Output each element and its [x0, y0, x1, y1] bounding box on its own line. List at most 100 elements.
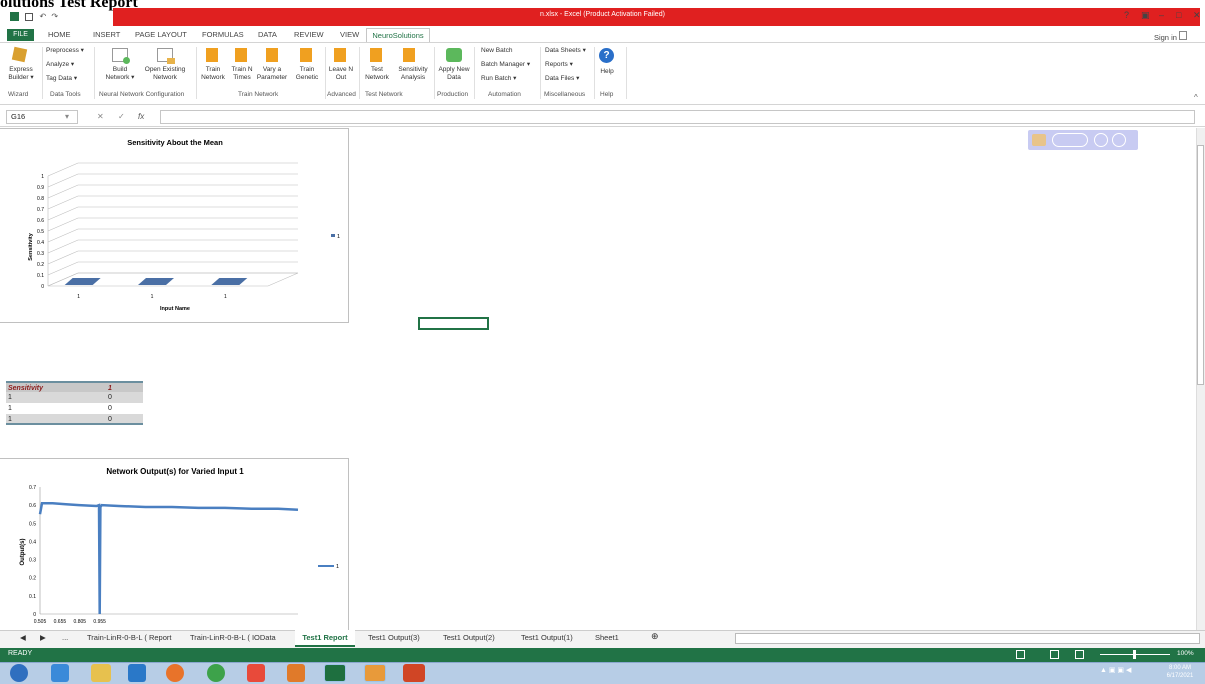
sensitivity-analysis-button[interactable]: Sensitivity Analysis: [394, 66, 432, 82]
x-axis-label: Input Name: [160, 306, 190, 312]
scroll-tabs-left-button[interactable]: ◀: [20, 633, 26, 642]
addin-tool-icon[interactable]: [1094, 133, 1108, 147]
table-header-row: Sensitivity 1: [6, 381, 143, 392]
table-cell[interactable]: 0: [106, 414, 143, 423]
matlab-icon[interactable]: [287, 664, 305, 682]
addin-search-icon[interactable]: [1052, 133, 1088, 147]
system-clock[interactable]: 8:00 AM 6/17/2021: [1160, 664, 1200, 680]
leave-n-out-button[interactable]: Leave N Out: [327, 66, 355, 82]
tab-review[interactable]: REVIEW: [294, 30, 324, 39]
page-layout-view-icon[interactable]: [1050, 650, 1059, 659]
scroll-tabs-right-button[interactable]: ▶: [40, 633, 46, 642]
document-title: olutions Test Report: [0, 0, 138, 11]
leave-n-out-icon: [334, 48, 346, 62]
help-button[interactable]: Help: [594, 68, 620, 76]
sheet-tab-train-report[interactable]: Train-LinR-0-B-L ( Report: [87, 633, 171, 642]
tab-formulas[interactable]: FORMULAS: [202, 30, 244, 39]
page-break-view-icon[interactable]: [1075, 650, 1084, 659]
sheet-tab-test1-report[interactable]: Test1 Report: [295, 630, 355, 647]
chart-gridlines: [47, 162, 299, 287]
powerpoint-icon[interactable]: [403, 664, 425, 682]
internet-explorer-icon[interactable]: [51, 664, 69, 682]
media-app-icon[interactable]: [128, 664, 146, 682]
reports-button[interactable]: Reports ▾: [545, 61, 573, 69]
help-icon: ?: [599, 48, 614, 63]
chrome-icon[interactable]: [207, 664, 225, 682]
vertical-scroll-thumb[interactable]: [1197, 145, 1204, 385]
y-tick-label: 0.2: [37, 262, 44, 268]
sensitivity-chart[interactable]: Sensitivity About the Mean 0 0.1 0.2 0.3 0.4…: [0, 128, 349, 323]
start-button-icon[interactable]: [10, 664, 28, 682]
excel-taskbar-icon[interactable]: [324, 664, 346, 682]
table-cell[interactable]: 1: [6, 403, 106, 414]
y-tick-label: 0: [33, 612, 36, 618]
enter-icon[interactable]: ✓: [118, 112, 125, 121]
tab-view[interactable]: VIEW: [340, 30, 359, 39]
table-cell[interactable]: 1: [6, 414, 106, 423]
more-tabs-button[interactable]: ...: [62, 633, 68, 642]
formula-input[interactable]: [160, 110, 1195, 124]
tab-neurosolutions[interactable]: NeuroSolutions: [366, 28, 430, 42]
test-network-button[interactable]: Test Network: [363, 66, 391, 82]
tab-data[interactable]: DATA: [258, 30, 277, 39]
y-axis-label: Output(s): [20, 539, 26, 566]
apply-new-data-button[interactable]: Apply New Data: [437, 66, 471, 82]
table-cell[interactable]: 0: [106, 392, 143, 403]
tray-icons[interactable]: ▲ ▣ ▣ ◀: [1100, 666, 1131, 674]
express-builder-button[interactable]: Express Builder ▾: [4, 66, 38, 82]
file-explorer-icon[interactable]: [91, 664, 111, 682]
normal-view-icon[interactable]: [1016, 650, 1025, 659]
table-header-cell[interactable]: 1: [106, 383, 143, 392]
new-sheet-button[interactable]: ⊕: [651, 631, 659, 642]
train-n-times-button[interactable]: Train N Times: [228, 66, 256, 82]
open-existing-network-button[interactable]: Open Existing Network: [140, 66, 190, 82]
tab-home[interactable]: HOME: [48, 30, 71, 39]
network-output-chart[interactable]: Network Output(s) for Varied Input 1 0 0.…: [0, 458, 349, 630]
tag-data-button[interactable]: Tag Data ▾: [46, 75, 77, 83]
data-files-button[interactable]: Data Files ▾: [545, 75, 579, 83]
x-tick-label: 0.655: [54, 619, 67, 625]
y-tick-label: 0.3: [29, 558, 36, 564]
train-network-button[interactable]: Train Network: [197, 66, 229, 82]
sensitivity-chart-svg: Sensitivity About the Mean 0 0.1 0.2 0.3 0.4…: [28, 138, 340, 312]
zoom-level[interactable]: 100%: [1177, 650, 1194, 657]
ribbon-divider: [325, 47, 326, 99]
addin-logo-icon: [1032, 134, 1046, 146]
sensitivity-analysis-icon: [403, 48, 415, 62]
run-batch-button[interactable]: Run Batch ▾: [481, 75, 516, 83]
data-sheets-button[interactable]: Data Sheets ▾: [545, 47, 586, 55]
cancel-icon[interactable]: ✕: [97, 112, 104, 121]
sheet-tab-sheet1[interactable]: Sheet1: [595, 633, 619, 642]
collapse-ribbon-icon[interactable]: ^: [1194, 93, 1198, 102]
neurosolutions-taskbar-icon[interactable]: [364, 664, 386, 682]
sheet-tab-test1-output1[interactable]: Test1 Output(1): [521, 633, 573, 642]
analyze-button[interactable]: Analyze ▾: [46, 61, 74, 69]
name-box-dropdown-icon[interactable]: ▾: [65, 112, 69, 121]
addin-settings-icon[interactable]: [1112, 133, 1126, 147]
vary-parameter-button[interactable]: Vary a Parameter: [254, 66, 290, 82]
tab-insert[interactable]: INSERT: [93, 30, 120, 39]
table-header-cell[interactable]: Sensitivity: [6, 383, 106, 392]
active-cell-g16[interactable]: [418, 317, 489, 330]
firefox-icon[interactable]: [166, 664, 184, 682]
sheet-tab-test1-output3[interactable]: Test1 Output(3): [368, 633, 420, 642]
sign-in-link[interactable]: Sign in: [1154, 31, 1187, 42]
anydesk-icon[interactable]: [247, 664, 265, 682]
sheet-tab-test1-output2[interactable]: Test1 Output(2): [443, 633, 495, 642]
build-network-button[interactable]: Build Network ▾: [100, 66, 140, 82]
train-genetic-button[interactable]: Train Genetic: [292, 66, 322, 82]
batch-manager-button[interactable]: Batch Manager ▾: [481, 61, 530, 69]
table-cell[interactable]: 0: [106, 403, 143, 414]
y-tick-label: 0.4: [29, 539, 36, 545]
new-batch-button[interactable]: New Batch: [481, 47, 512, 55]
horizontal-scrollbar[interactable]: [735, 633, 1200, 644]
clock-date: 6/17/2021: [1166, 673, 1194, 679]
sheet-tab-train-iodata[interactable]: Train-LinR-0-B-L ( IOData: [190, 633, 276, 642]
addin-toolbar[interactable]: [1028, 130, 1138, 150]
tab-page-layout[interactable]: PAGE LAYOUT: [135, 30, 187, 39]
zoom-slider-thumb[interactable]: [1133, 650, 1136, 659]
tab-file[interactable]: FILE: [7, 29, 34, 41]
insert-function-button[interactable]: fx: [138, 112, 144, 121]
preprocess-button[interactable]: Preprocess ▾: [46, 47, 84, 55]
table-cell[interactable]: 1: [6, 392, 106, 403]
